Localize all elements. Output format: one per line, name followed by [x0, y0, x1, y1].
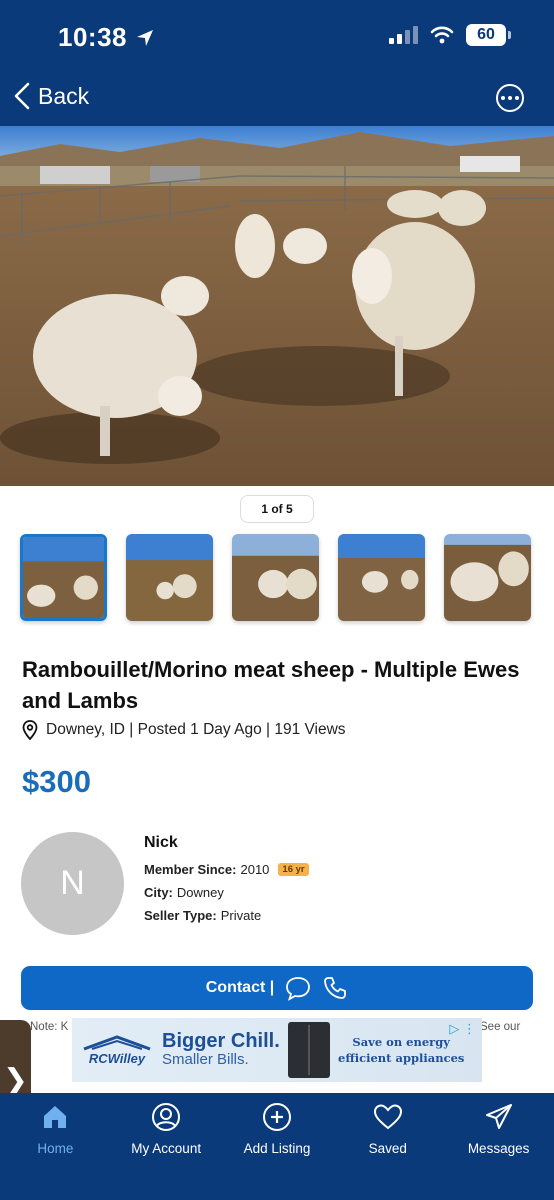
- ad-banner[interactable]: RCWilley Bigger Chill. Smaller Bills. Sa…: [72, 1018, 482, 1082]
- fridge-image: [288, 1022, 330, 1078]
- contact-label: Contact |: [205, 979, 275, 996]
- ad-brand: RCWilley: [88, 1050, 146, 1066]
- thumbnail-3[interactable]: [232, 534, 319, 621]
- thumbnail-1[interactable]: [20, 534, 107, 621]
- nav-saved[interactable]: Saved: [333, 1101, 443, 1200]
- clock: 10:38: [58, 22, 127, 52]
- seller-type-label: Seller Type:: [144, 908, 217, 923]
- top-bar: 10:38 60 Back: [0, 0, 554, 126]
- seller-name[interactable]: Nick: [144, 834, 309, 852]
- listing-price: $300: [22, 764, 91, 799]
- seller-type-row: Seller Type: Private: [144, 908, 309, 923]
- seller-avatar[interactable]: N: [21, 832, 124, 935]
- nav-home[interactable]: Home: [0, 1101, 110, 1200]
- thumbnail-5[interactable]: [444, 534, 531, 621]
- nav-saved-label: Saved: [368, 1141, 407, 1156]
- plus-circle-icon: [261, 1101, 293, 1133]
- note-link[interactable]: See our: [480, 1021, 520, 1033]
- status-indicators: 60: [389, 24, 511, 46]
- phone-icon[interactable]: [322, 975, 348, 1001]
- location-arrow-icon: [137, 29, 153, 46]
- more-options-button[interactable]: [496, 84, 524, 112]
- contact-button[interactable]: Contact |: [21, 966, 533, 1010]
- main-photo[interactable]: [0, 126, 554, 486]
- nav-my-account[interactable]: My Account: [111, 1101, 221, 1200]
- wifi-icon: [430, 26, 454, 44]
- bottom-nav: Home My Account Add Listing Saved Messag…: [0, 1093, 554, 1200]
- ad-headline: Bigger Chill.: [162, 1030, 280, 1052]
- home-icon: [39, 1101, 71, 1133]
- ad-copy: Bigger Chill. Smaller Bills.: [162, 1031, 282, 1069]
- ad-choices-icon[interactable]: ▷ ⋮: [449, 1021, 476, 1037]
- ad-cta-line1: Save on energy: [352, 1035, 450, 1049]
- ad-cta-line2: efficient appliances: [338, 1051, 465, 1065]
- chevron-left-icon: [14, 82, 30, 110]
- listing-meta: Downey, ID | Posted 1 Day Ago | 191 View…: [22, 720, 346, 740]
- user-circle-icon: [150, 1101, 182, 1133]
- nav-my-account-label: My Account: [131, 1141, 202, 1156]
- nav-add-listing-label: Add Listing: [243, 1141, 311, 1156]
- nav-home-label: Home: [37, 1141, 74, 1156]
- paper-plane-icon: [483, 1101, 515, 1133]
- meta-text: Downey, ID | Posted 1 Day Ago | 191 View…: [46, 721, 346, 738]
- status-time: 10:38: [58, 22, 155, 53]
- chat-bubble-icon[interactable]: [284, 975, 312, 1001]
- membership-badge: 16 yr: [278, 863, 309, 876]
- member-since-row: Member Since: 2010 16 yr: [144, 862, 309, 877]
- thumbnail-2[interactable]: [126, 534, 213, 621]
- member-since-value: 2010: [240, 862, 270, 877]
- note-text: Note: K: [30, 1021, 69, 1033]
- battery-icon: 60: [466, 24, 511, 46]
- location-pin-icon: [22, 720, 38, 740]
- seller-info: Nick Member Since: 2010 16 yr City: Down…: [144, 834, 309, 931]
- back-button[interactable]: Back: [14, 82, 89, 110]
- rcwilley-roof-icon: [83, 1034, 151, 1050]
- ad-cta: Save on energy efficient appliances: [338, 1034, 464, 1066]
- signal-icon: [389, 26, 418, 44]
- avatar-initial: N: [60, 864, 85, 902]
- nav-messages-label: Messages: [467, 1141, 530, 1156]
- thumbnail-4[interactable]: [338, 534, 425, 621]
- city-label: City:: [144, 885, 173, 900]
- battery-level: 60: [477, 26, 495, 43]
- thumbnail-strip: [20, 534, 534, 622]
- listing-title: Rambouillet/Morino meat sheep - Multiple…: [22, 657, 520, 713]
- back-label: Back: [38, 82, 90, 109]
- sheep-photo: [0, 126, 554, 486]
- listing-screen: 10:38 60 Back 1 of 5 Rambouillet/Morino …: [0, 0, 554, 1200]
- heart-icon: [372, 1101, 404, 1133]
- nav-add-listing[interactable]: Add Listing: [222, 1101, 332, 1200]
- photo-counter: 1 of 5: [240, 495, 314, 523]
- ad-subline: Smaller Bills.: [162, 1051, 249, 1068]
- nav-messages[interactable]: Messages: [444, 1101, 554, 1200]
- ad-logo: RCWilley: [72, 1034, 162, 1066]
- city-row: City: Downey: [144, 885, 309, 900]
- seller-type-value: Private: [220, 908, 262, 923]
- city-value: Downey: [176, 885, 224, 900]
- member-since-label: Member Since:: [144, 862, 237, 877]
